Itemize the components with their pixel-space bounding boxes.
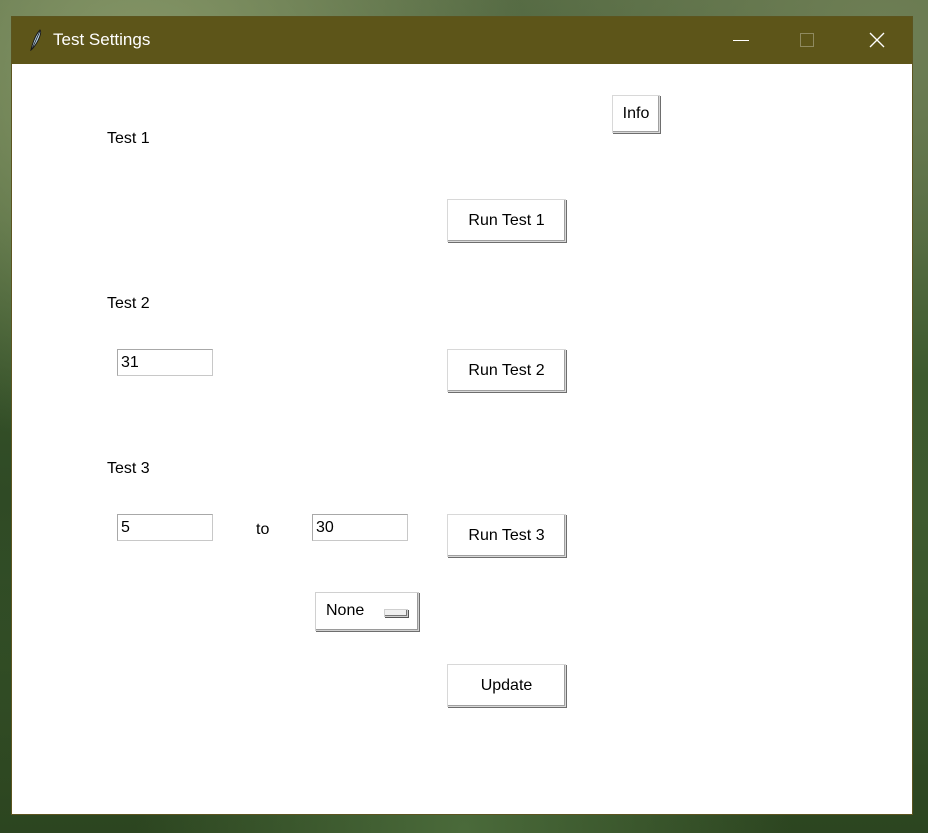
to-label: to <box>256 521 270 538</box>
option-menu-indicator-icon <box>384 609 408 617</box>
test2-label: Test 2 <box>107 295 150 312</box>
option-menu-value: None <box>326 602 365 619</box>
test3-to-input[interactable] <box>312 514 408 541</box>
close-button[interactable] <box>854 17 900 64</box>
title-bar[interactable]: Test Settings <box>12 17 912 64</box>
run-test2-button[interactable]: Run Test 2 <box>447 349 566 392</box>
client-area: Info Test 1 Run Test 1 Test 2 Run Test 2… <box>12 64 912 814</box>
run-test3-button[interactable]: Run Test 3 <box>447 514 566 557</box>
test3-from-input[interactable] <box>117 514 213 541</box>
option-menu[interactable]: None <box>315 592 419 631</box>
run-test1-button[interactable]: Run Test 1 <box>447 199 566 242</box>
app-window: Test Settings Info Test 1 Run Test 1 Tes… <box>12 17 912 814</box>
update-button[interactable]: Update <box>447 664 566 707</box>
info-button[interactable]: Info <box>612 95 660 133</box>
test3-label: Test 3 <box>107 460 150 477</box>
maximize-icon <box>800 33 814 47</box>
minimize-icon <box>733 40 749 41</box>
window-title: Test Settings <box>53 30 151 49</box>
maximize-button[interactable] <box>783 17 829 64</box>
test2-value-input[interactable] <box>117 349 213 376</box>
test1-label: Test 1 <box>107 130 150 147</box>
feather-icon <box>30 29 42 51</box>
minimize-button[interactable] <box>715 17 761 64</box>
close-icon <box>869 32 885 48</box>
